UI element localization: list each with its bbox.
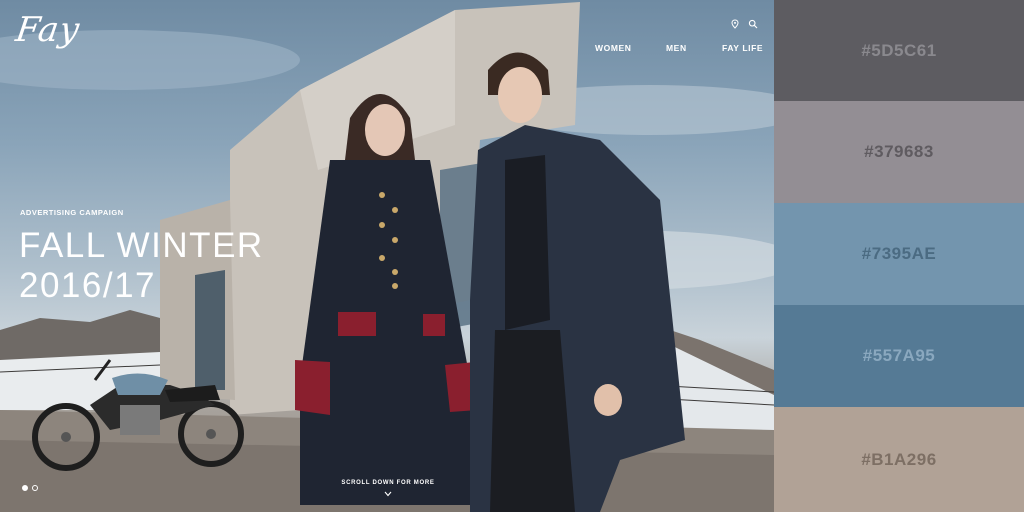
chevron-down-icon bbox=[384, 491, 392, 497]
slide-indicator bbox=[22, 485, 38, 491]
hero-headline: FALL WINTER 2016/17 bbox=[19, 226, 264, 306]
color-swatch: #7395AE bbox=[774, 203, 1024, 305]
swatch-label: #557A95 bbox=[862, 346, 936, 365]
utility-icons bbox=[730, 16, 758, 29]
slide-dot[interactable] bbox=[32, 485, 38, 491]
color-palette: #5D5C61 #379683 #7395AE #557A95 #B1A296 bbox=[774, 0, 1024, 512]
location-pin-icon[interactable] bbox=[730, 16, 740, 29]
search-icon[interactable] bbox=[748, 16, 758, 29]
color-swatch: #557A95 bbox=[774, 305, 1024, 407]
hero-banner: Fay WOMEN MEN FAY LIFE ADVERTISING CAMPA… bbox=[0, 0, 774, 512]
swatch-label: #379683 bbox=[864, 142, 934, 161]
headline-line-1: FALL WINTER bbox=[19, 226, 264, 265]
slide-dot[interactable] bbox=[22, 485, 28, 491]
nav-item-fay-life[interactable]: FAY LIFE bbox=[722, 43, 763, 53]
headline-line-2: 2016/17 bbox=[19, 266, 157, 305]
nav-item-men[interactable]: MEN bbox=[666, 43, 687, 53]
color-swatch: #5D5C61 bbox=[774, 0, 1024, 101]
campaign-kicker: ADVERTISING CAMPAIGN bbox=[20, 208, 124, 217]
swatch-label: #B1A296 bbox=[861, 449, 937, 469]
scroll-down-label: SCROLL DOWN FOR MORE bbox=[341, 480, 435, 486]
color-swatch: #B1A296 bbox=[774, 407, 1024, 512]
color-swatch: #379683 bbox=[774, 101, 1024, 203]
swatch-label: #7395AE bbox=[861, 244, 937, 263]
swatch-label: #5D5C61 bbox=[861, 40, 937, 60]
scroll-down-link[interactable]: SCROLL DOWN FOR MORE bbox=[318, 480, 458, 497]
nav-item-women[interactable]: WOMEN bbox=[595, 43, 632, 53]
main-nav: WOMEN MEN FAY LIFE bbox=[0, 43, 774, 57]
